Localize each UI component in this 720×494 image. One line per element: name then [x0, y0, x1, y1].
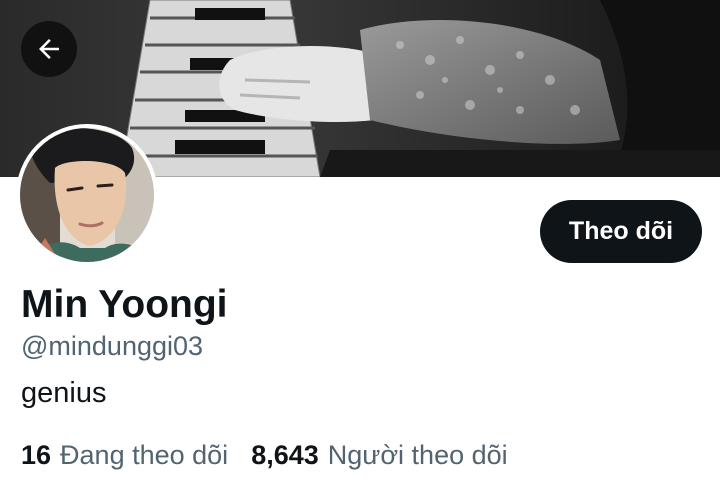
profile-stats: 16 Đang theo dõi 8,643 Người theo dõi [21, 440, 508, 471]
following-count: 16 [21, 440, 52, 470]
followers-stat[interactable]: 8,643 Người theo dõi [251, 440, 507, 471]
profile-handle: @mindunggi03 [21, 331, 204, 361]
followers-label: Người theo dõi [327, 440, 508, 470]
followers-count: 8,643 [251, 440, 319, 470]
profile-name: Min Yoongi [21, 283, 228, 326]
following-label: Đang theo dõi [60, 440, 229, 470]
profile-bio: genius [21, 377, 107, 409]
following-stat[interactable]: 16 Đang theo dõi [21, 440, 228, 471]
back-button[interactable] [21, 21, 77, 77]
arrow-left-icon [39, 39, 59, 59]
avatar[interactable] [16, 124, 158, 266]
follow-button[interactable]: Theo dõi [540, 200, 702, 263]
avatar-image [20, 128, 154, 262]
